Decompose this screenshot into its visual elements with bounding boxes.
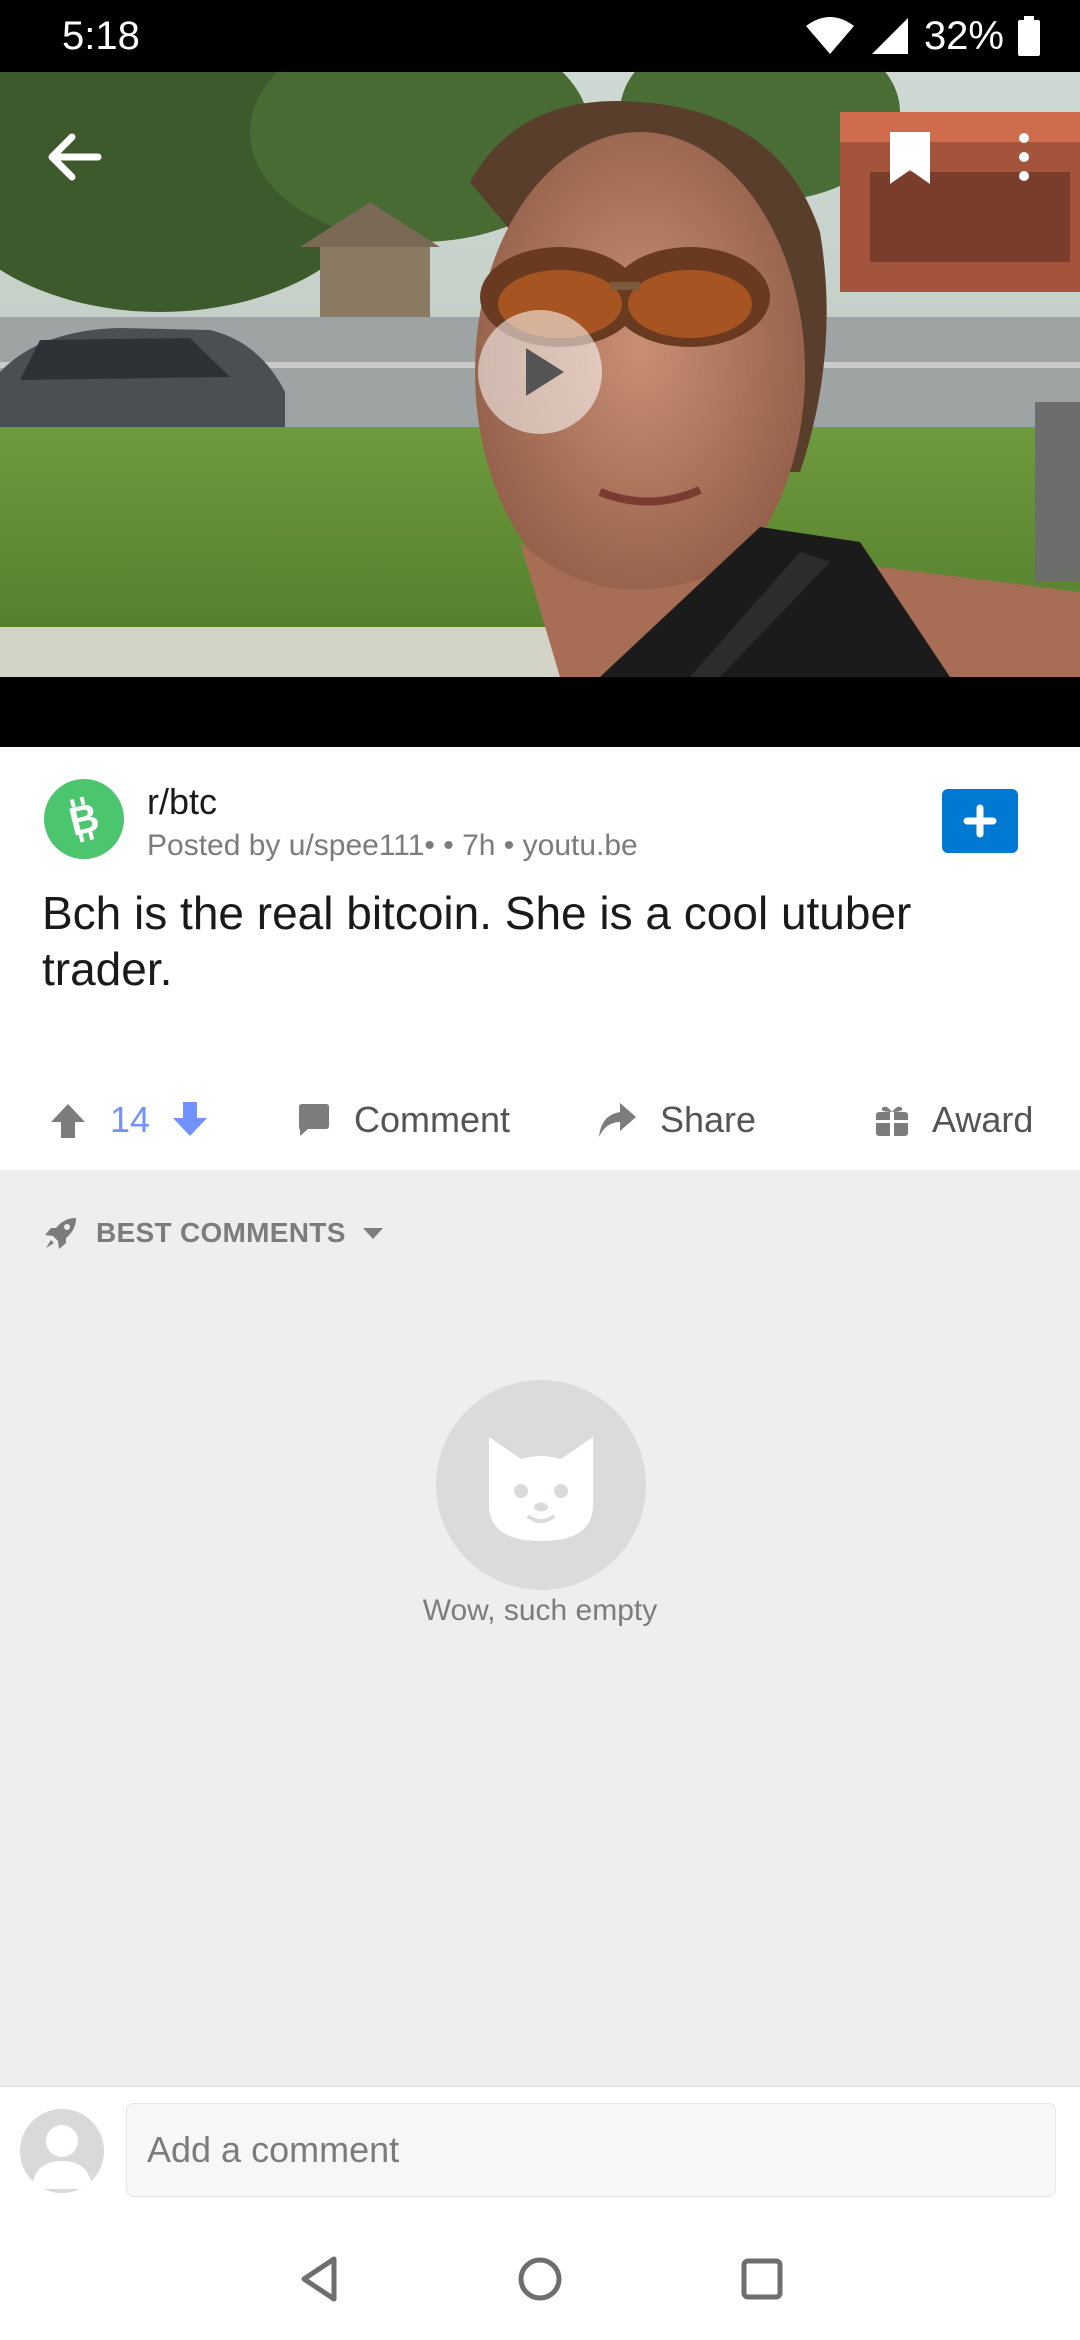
battery-percent: 32%: [923, 13, 1004, 58]
post-actions: 14 Comment Share Award: [0, 1070, 1080, 1170]
user-avatar[interactable]: [20, 2109, 104, 2193]
back-button[interactable]: [40, 122, 110, 192]
battery-icon: [1018, 16, 1040, 56]
gift-icon: [876, 1106, 908, 1136]
system-nav-bar: [0, 2216, 1080, 2340]
share-label: Share: [660, 1099, 757, 1140]
square-recents-icon: [741, 2258, 783, 2300]
comment-icon: [299, 1104, 329, 1136]
triangle-back-icon: [301, 2256, 337, 2302]
user-silhouette-icon: [32, 2125, 92, 2189]
nav-back-button[interactable]: [286, 2244, 356, 2314]
nav-home-button[interactable]: [505, 2244, 575, 2314]
comment-button[interactable]: Comment: [296, 1070, 510, 1170]
save-post-button[interactable]: [882, 122, 938, 192]
upvote-icon[interactable]: [48, 1100, 88, 1140]
empty-state-text: Wow, such empty: [422, 1594, 658, 1627]
arrow-left-icon: [48, 133, 102, 181]
wifi-icon: [805, 17, 854, 54]
empty-state-illustration: [436, 1380, 646, 1590]
downvote-icon[interactable]: [170, 1100, 210, 1140]
vote-group: 14: [48, 1070, 210, 1170]
rocket-icon: [45, 1218, 76, 1249]
bookmark-icon: [890, 132, 930, 184]
play-button[interactable]: [478, 310, 602, 434]
award-button[interactable]: Award: [874, 1070, 1033, 1170]
post-meta: Posted by u/spee111• • 7h • youtu.be: [147, 829, 638, 862]
more-options-button[interactable]: [1004, 122, 1044, 192]
video-player[interactable]: [0, 72, 1080, 747]
circle-home-icon: [518, 2257, 562, 2301]
comment-composer: [0, 2086, 1080, 2217]
award-label: Award: [932, 1099, 1034, 1140]
join-button[interactable]: [942, 789, 1018, 853]
share-icon: [599, 1103, 636, 1137]
subreddit-avatar[interactable]: B: [44, 779, 124, 859]
subreddit-name[interactable]: r/btc: [147, 781, 217, 823]
nav-recents-button[interactable]: [727, 2244, 797, 2314]
vote-count: 14: [110, 1099, 151, 1140]
cat-face-icon: [489, 1437, 593, 1541]
comment-sort-selector[interactable]: BEST COMMENTS: [42, 1214, 384, 1252]
comment-label: Comment: [354, 1099, 511, 1140]
caret-down-icon: [362, 1228, 383, 1239]
more-vertical-icon: [1019, 133, 1029, 181]
status-icons: 32%: [804, 14, 1040, 58]
plus-icon: [963, 804, 997, 838]
status-time: 5:18: [62, 14, 140, 58]
status-bar: 5:18 32%: [0, 0, 1080, 72]
cell-signal-icon: [871, 18, 908, 54]
play-icon: [526, 348, 564, 396]
sort-label: BEST COMMENTS: [96, 1217, 346, 1248]
comments-section: BEST COMMENTS Wow, such empty: [0, 1170, 1080, 2087]
share-button[interactable]: Share: [596, 1070, 756, 1170]
video-letterbox: [0, 677, 1080, 747]
comment-input[interactable]: [126, 2103, 1056, 2197]
bitcoin-cash-icon: B: [65, 795, 104, 845]
post-title: Bch is the real bitcoin. She is a cool u…: [42, 887, 912, 995]
